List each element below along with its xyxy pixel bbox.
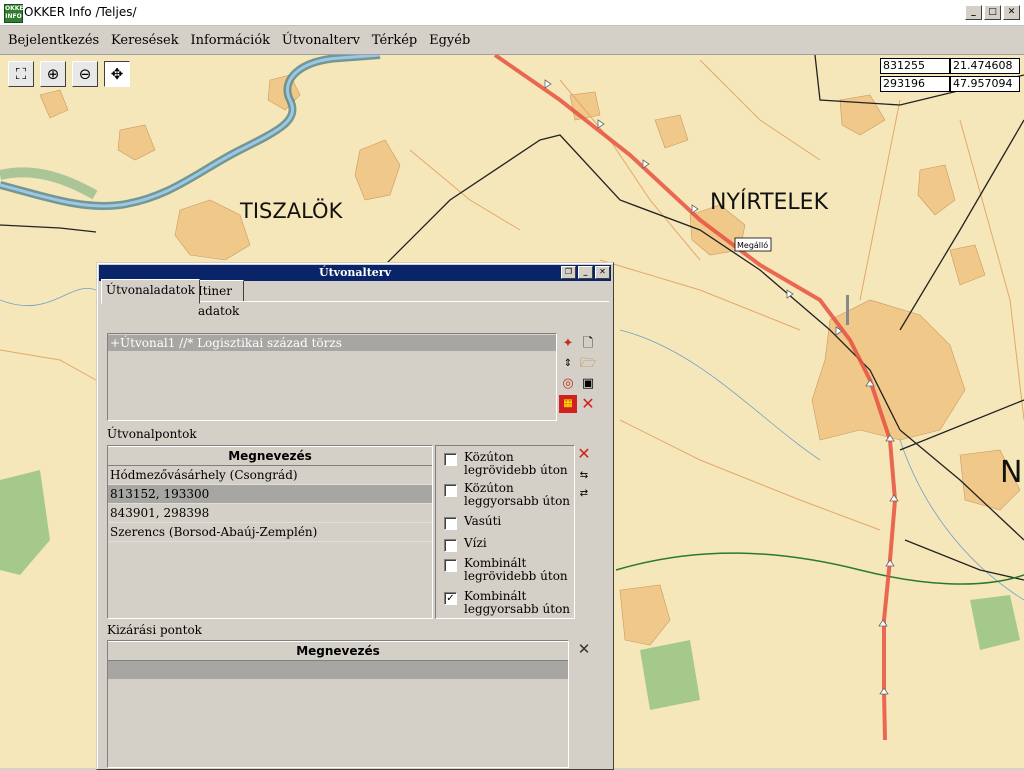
- window-title: OKKER Info /Teljes/: [24, 5, 137, 19]
- coord-lat: 47.957094: [950, 76, 1020, 92]
- tab-itiner-adatok[interactable]: Itiner adatok: [193, 280, 245, 318]
- zoom-extent-icon[interactable]: ⛶: [8, 61, 34, 87]
- dialog-minimize-button[interactable]: _: [578, 266, 593, 279]
- menu-bejelentkezes[interactable]: Bejelentkezés: [8, 33, 99, 48]
- routepoints-grid: Megnevezés Hódmezővásárhely (Csongrád) 8…: [107, 445, 433, 619]
- delete-routepoint-icon[interactable]: ✕: [575, 445, 593, 463]
- routepoint-row[interactable]: Szerencs (Borsod-Abaúj-Zemplén): [108, 523, 432, 542]
- menu-informaciok[interactable]: Információk: [190, 33, 270, 48]
- option-label: Közúton: [464, 450, 514, 464]
- routepoint-row-selected[interactable]: 813152, 193300: [108, 485, 432, 504]
- option-sublabel: leggyorsabb úton: [464, 602, 571, 616]
- dialog-restore-button[interactable]: ❐: [561, 266, 576, 279]
- move-routepoint-down-icon[interactable]: ⇆: [575, 467, 593, 485]
- map-toolbar: ⛶ ⊕ ⊖ ✥: [8, 61, 130, 87]
- option-checkbox[interactable]: [444, 559, 457, 572]
- menu-utvonalterv[interactable]: Útvonalterv: [282, 33, 360, 48]
- option-sublabel: leggyorsabb úton: [464, 494, 571, 508]
- open-folder-icon[interactable]: 🗁: [579, 355, 597, 373]
- target-icon[interactable]: ◎: [559, 375, 577, 393]
- okker-info-icon: OKKER INFO: [4, 4, 28, 23]
- option-checkbox[interactable]: [444, 484, 457, 497]
- pan-move-icon[interactable]: ✥: [104, 61, 130, 87]
- coord-x: 831255: [880, 58, 950, 74]
- option-sublabel: legrövidebb úton: [464, 463, 568, 477]
- minimize-button[interactable]: _: [965, 5, 982, 20]
- coord-y: 293196: [880, 76, 950, 92]
- menu-terkep[interactable]: Térkép: [372, 33, 417, 48]
- option-checkbox[interactable]: ✓: [444, 592, 457, 605]
- color-palette-icon[interactable]: ▦: [559, 395, 577, 413]
- option-label: Kombinált: [464, 556, 527, 570]
- map-label-n-fragment: N: [1000, 455, 1022, 490]
- route-type-options: Közúton legrövidebb úton Közúton leggyorsa…: [435, 445, 575, 619]
- routepoints-column-header[interactable]: Megnevezés: [108, 446, 432, 466]
- option-checkbox[interactable]: [444, 517, 457, 530]
- exclusion-points-label: Kizárási pontok: [107, 623, 202, 637]
- option-label: Kombinált: [464, 589, 527, 603]
- map-label-megallo: Megálló: [737, 240, 768, 250]
- route-list-item[interactable]: +Útvonal1 //* Logisztikai század törzs: [108, 335, 556, 351]
- move-up-down-icon[interactable]: ⇕: [559, 355, 577, 373]
- dialog-title: Útvonalterv: [319, 266, 391, 279]
- map-label-nyirtelek: NYÍRTELEK: [710, 189, 829, 215]
- menu-bar: Bejelentkezés Keresések Információk Útvo…: [0, 26, 1024, 55]
- option-checkbox[interactable]: [444, 539, 457, 552]
- map-label-tiszalok: TISZALÖK: [239, 198, 344, 223]
- exclusion-row-selected[interactable]: [108, 661, 568, 679]
- option-checkbox[interactable]: [444, 453, 457, 466]
- option-sublabel: legrövidebb úton: [464, 569, 568, 583]
- delete-exclusion-icon[interactable]: ✕: [575, 640, 593, 658]
- routepoints-label: Útvonalpontok: [107, 427, 197, 441]
- option-label: Közúton: [464, 481, 514, 495]
- dialog-close-button[interactable]: ✕: [595, 266, 610, 279]
- option-label: Vasúti: [464, 514, 502, 528]
- option-label: Vízi: [464, 536, 487, 550]
- coord-lon: 21.474608: [950, 58, 1020, 74]
- zoom-in-icon[interactable]: ⊕: [40, 61, 66, 87]
- menu-egyeb[interactable]: Egyéb: [429, 33, 470, 48]
- close-button[interactable]: ✕: [1003, 5, 1020, 20]
- maximize-button[interactable]: □: [984, 5, 1001, 20]
- tab-utvonaladatok[interactable]: Útvonaladatok: [101, 279, 200, 304]
- routepoint-row[interactable]: Hódmezővásárhely (Csongrád): [108, 466, 432, 485]
- exclusion-column-header[interactable]: Megnevezés: [108, 641, 568, 661]
- route-list[interactable]: +Útvonal1 //* Logisztikai század törzs: [107, 333, 557, 421]
- window-titlebar: OKKER INFO OKKER Info /Teljes/ _ □ ✕: [0, 0, 1024, 26]
- save-disk-icon[interactable]: ▣: [579, 375, 597, 393]
- route-planner-dialog: Útvonalterv ❐ _ ✕ Útvonaladatok Itiner a…: [96, 262, 614, 770]
- zoom-out-icon[interactable]: ⊖: [72, 61, 98, 87]
- route-tools: ✦ 🗋 ⇕ 🗁 ◎ ▣ ▦ ✕: [559, 333, 599, 419]
- menu-keresesek[interactable]: Keresések: [111, 33, 179, 48]
- route-map-icon[interactable]: ✦: [559, 335, 577, 353]
- routepoint-row[interactable]: 843901, 298398: [108, 504, 432, 523]
- delete-route-icon[interactable]: ✕: [579, 395, 597, 413]
- exclusion-points-grid: Megnevezés: [107, 640, 569, 768]
- move-routepoint-up-icon[interactable]: ⇄: [575, 485, 593, 503]
- new-document-icon[interactable]: 🗋: [579, 335, 597, 353]
